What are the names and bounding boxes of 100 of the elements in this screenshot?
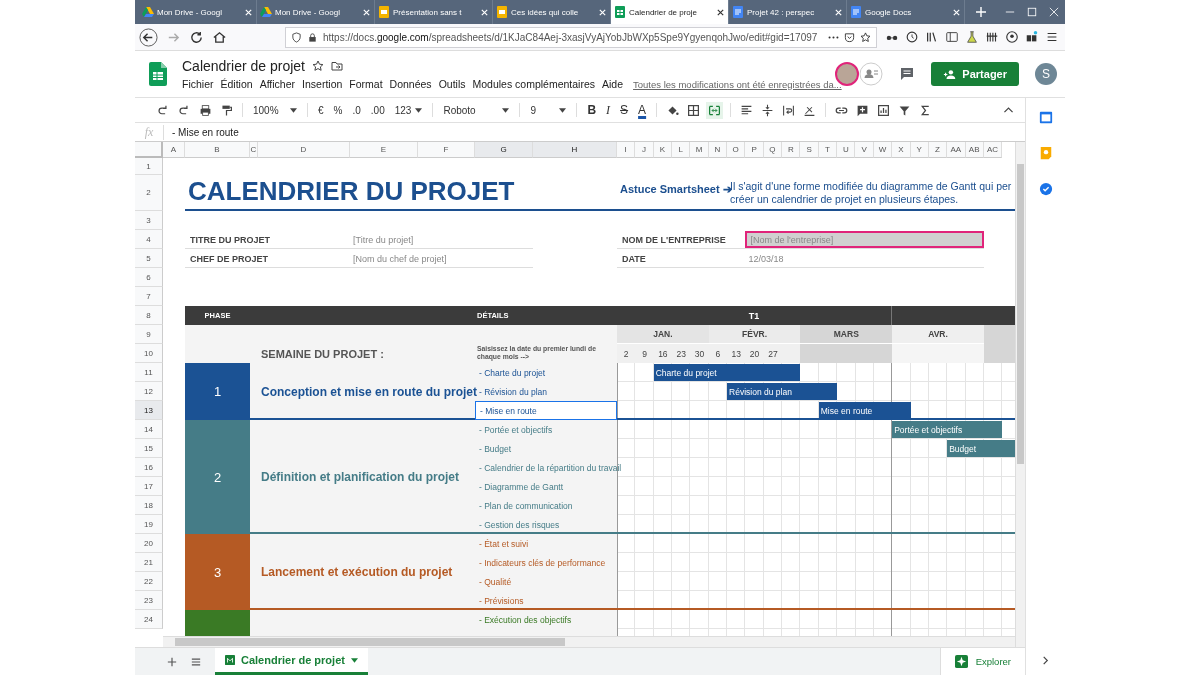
row-header[interactable]: 12: [135, 382, 163, 401]
back-icon[interactable]: [139, 27, 158, 47]
reload-icon[interactable]: [189, 29, 204, 45]
task-cell[interactable]: - Mise en route: [475, 401, 617, 420]
row-header[interactable]: 13: [135, 401, 163, 420]
column-header[interactable]: B: [185, 142, 250, 158]
column-header[interactable]: A: [163, 142, 185, 158]
task-cell[interactable]: - Budget: [475, 439, 617, 458]
sheet-list-icon[interactable]: [191, 656, 201, 667]
calendar-icon[interactable]: [1038, 110, 1053, 124]
account-avatar[interactable]: S: [1035, 63, 1057, 85]
extension-icon[interactable]: [1025, 30, 1039, 44]
field-value[interactable]: 12/03/18: [745, 250, 984, 267]
column-header[interactable]: I: [617, 142, 636, 158]
bold-button[interactable]: B: [584, 100, 600, 120]
font-size-dropdown[interactable]: 9: [527, 100, 570, 120]
menu-item[interactable]: Modules complémentaires: [472, 78, 596, 90]
browser-tab[interactable]: Calendrier de proje: [611, 0, 729, 24]
save-status-link[interactable]: Toutes les modifications ont été enregistrées da...: [633, 78, 842, 90]
menu-item[interactable]: Aide: [602, 78, 624, 90]
row-header[interactable]: 14: [135, 420, 163, 439]
column-header[interactable]: E: [350, 142, 418, 158]
percent-button[interactable]: %: [330, 100, 346, 120]
column-header[interactable]: J: [635, 142, 654, 158]
row-header[interactable]: 8: [135, 306, 163, 325]
zoom-dropdown[interactable]: 100%: [250, 100, 300, 120]
column-header[interactable]: R: [782, 142, 801, 158]
row-header[interactable]: 1: [135, 158, 163, 175]
gantt-bar[interactable]: Portée et objectifs: [892, 421, 1003, 438]
column-header[interactable]: U: [837, 142, 856, 158]
row-header[interactable]: 17: [135, 477, 163, 496]
row-header[interactable]: 9: [135, 325, 163, 344]
star-icon[interactable]: [311, 60, 324, 72]
row-header[interactable]: 19: [135, 515, 163, 534]
new-tab-icon[interactable]: [975, 6, 987, 18]
account-icon[interactable]: [1005, 30, 1019, 44]
column-header[interactable]: M: [690, 142, 709, 158]
increase-decimals-button[interactable]: .00: [367, 100, 388, 120]
bars-icon[interactable]: [985, 30, 999, 44]
horizontal-scrollbar[interactable]: [163, 636, 1015, 647]
comment-icon[interactable]: [899, 66, 916, 82]
column-header[interactable]: D: [258, 142, 350, 158]
column-header[interactable]: S: [800, 142, 819, 158]
task-cell[interactable]: - Qualité: [475, 572, 617, 591]
close-icon[interactable]: [716, 7, 725, 17]
expand-panel-icon[interactable]: [1041, 656, 1050, 665]
row-header[interactable]: 23: [135, 591, 163, 610]
field-value[interactable]: [Nom du chef de projet]: [350, 250, 533, 267]
row-header[interactable]: 5: [135, 249, 163, 268]
row-header[interactable]: 4: [135, 230, 163, 249]
library-icon[interactable]: [925, 30, 939, 44]
column-header[interactable]: L: [672, 142, 691, 158]
folder-icon[interactable]: [330, 60, 343, 72]
task-cell[interactable]: - Exécution des objectifs: [475, 610, 617, 629]
task-cell[interactable]: - Prévisions: [475, 591, 617, 610]
pocket-icon[interactable]: [844, 31, 855, 43]
gantt-bar[interactable]: Mise en route: [818, 402, 911, 419]
address-bar[interactable]: https://docs.google.com/spreadsheets/d/1KJaC84Aej-3xasjVyAjYobJbWXp5Spe9YgyenqohJwo/edit#gid=17097: [285, 26, 877, 48]
number-format-dropdown[interactable]: 123: [391, 100, 426, 120]
sidebar-icon[interactable]: [945, 30, 959, 44]
gantt-bar[interactable]: Charte du projet: [653, 364, 801, 381]
row-header[interactable]: 6: [135, 268, 163, 287]
column-header[interactable]: H: [533, 142, 617, 158]
font-dropdown[interactable]: Roboto: [440, 100, 513, 120]
star-icon[interactable]: [860, 31, 871, 43]
row-header[interactable]: 11: [135, 363, 163, 382]
merge-cells-icon[interactable]: [706, 101, 724, 119]
document-title[interactable]: Calendrier de projet: [182, 58, 305, 74]
row-header[interactable]: 21: [135, 553, 163, 572]
menu-item[interactable]: Fichier: [182, 78, 214, 90]
collaborators-icon[interactable]: [859, 62, 884, 86]
row-header[interactable]: 3: [135, 211, 163, 230]
column-header[interactable]: P: [745, 142, 764, 158]
spreadsheet-logo-icon[interactable]: [149, 62, 167, 86]
row-header[interactable]: 7: [135, 287, 163, 306]
task-cell[interactable]: - Gestion des risques: [475, 515, 617, 534]
column-header[interactable]: O: [727, 142, 746, 158]
row-header[interactable]: 16: [135, 458, 163, 477]
share-button[interactable]: Partager: [931, 62, 1019, 86]
menu-icon[interactable]: [1045, 30, 1059, 44]
flask-icon[interactable]: [965, 30, 979, 44]
maximize-icon[interactable]: [1027, 7, 1037, 17]
row-header[interactable]: 10: [135, 344, 163, 363]
vertical-scrollbar[interactable]: [1015, 142, 1025, 647]
decrease-decimals-button[interactable]: .0: [349, 100, 364, 120]
text-color-button[interactable]: A: [635, 100, 650, 120]
strikethrough-button[interactable]: S: [617, 100, 632, 120]
column-header[interactable]: G: [475, 142, 533, 158]
task-cell[interactable]: - Indicateurs clés de performance: [475, 553, 617, 572]
row-header[interactable]: 24: [135, 610, 163, 629]
row-header[interactable]: 20: [135, 534, 163, 553]
task-cell[interactable]: - Plan de communication: [475, 496, 617, 515]
italic-button[interactable]: I: [603, 100, 614, 120]
menu-item[interactable]: Outils: [438, 78, 466, 90]
home-icon[interactable]: [212, 29, 227, 45]
column-header[interactable]: V: [855, 142, 874, 158]
task-cell[interactable]: - Charte du projet: [475, 363, 617, 382]
menu-item[interactable]: Édition: [220, 78, 253, 90]
tasks-icon[interactable]: [1038, 182, 1053, 196]
sheet-tab[interactable]: Calendrier de projet: [215, 648, 368, 675]
